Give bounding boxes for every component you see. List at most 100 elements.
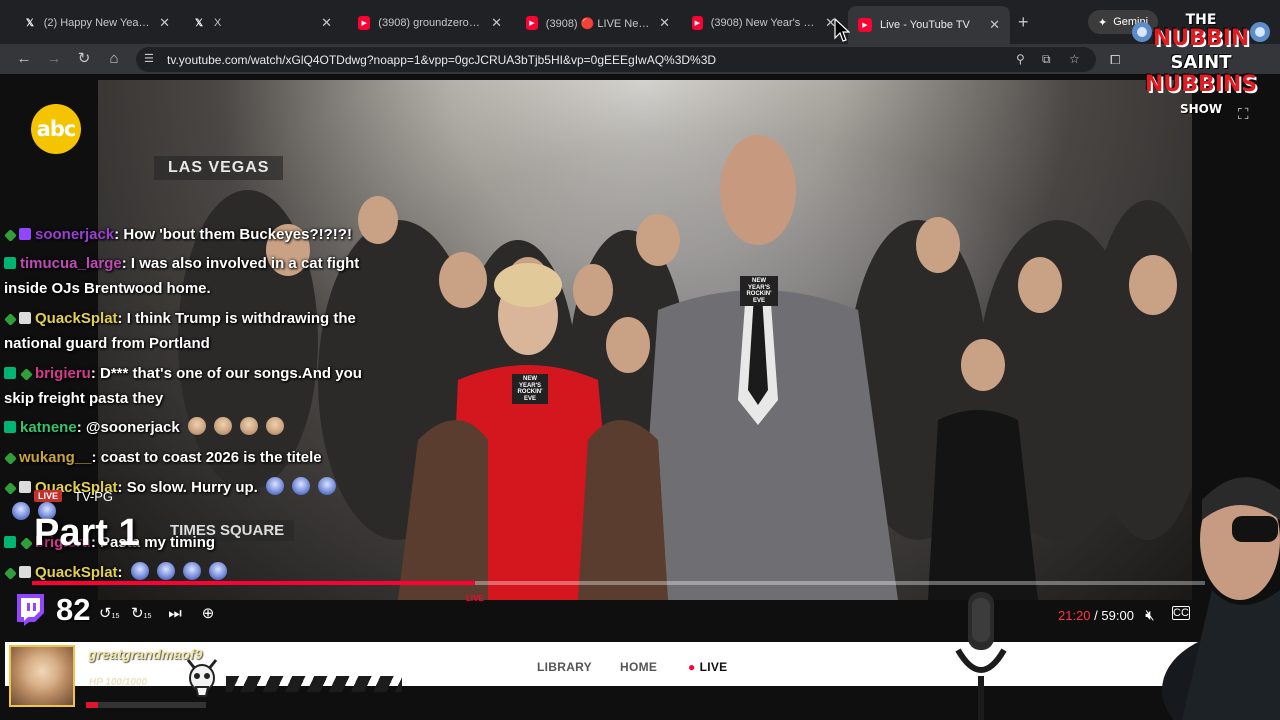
url-text[interactable]: tv.youtube.com/watch/xGlQ4OTDdwg?noapp=1… bbox=[167, 53, 716, 67]
browser-tab[interactable]: 𝕏 X ✕ bbox=[182, 8, 342, 38]
new-tab-icon[interactable]: + bbox=[1018, 12, 1029, 33]
sparkle-icon: ✦ bbox=[1098, 16, 1108, 29]
chat-username[interactable]: QuackSplat bbox=[35, 564, 118, 581]
chat-message: timucua_large: I was also involved in a … bbox=[4, 251, 359, 276]
home-icon[interactable]: ⌂ bbox=[105, 50, 123, 68]
chat-message: wukang__: coast to coast 2026 is the tit… bbox=[4, 445, 322, 470]
rewind-15-button[interactable]: ↺15 bbox=[99, 604, 119, 624]
nav-live[interactable]: ● LIVE bbox=[688, 660, 727, 674]
hp-stripe-decoration bbox=[226, 676, 402, 692]
browser-tab-active[interactable]: ▶ Live - YouTube TV ✕ bbox=[848, 6, 1010, 44]
chat-text: national guard from Portland bbox=[4, 335, 210, 352]
close-tab-icon[interactable]: ✕ bbox=[491, 15, 502, 31]
skip-next-icon[interactable]: ⏭ bbox=[165, 604, 185, 624]
chat-username[interactable]: wukang__ bbox=[19, 449, 92, 466]
add-circle-icon[interactable]: ⊕ bbox=[198, 604, 218, 624]
show-logo-line: SHOW bbox=[1179, 102, 1223, 116]
back-arrow-icon[interactable]: ← bbox=[15, 50, 33, 68]
browser-tab[interactable]: 𝕏 (2) Happy New Year's Eve ✕ bbox=[14, 8, 180, 38]
chat-emote-icon bbox=[239, 417, 258, 435]
tab-title: (2) Happy New Year's Eve bbox=[43, 17, 151, 29]
sword-badge-icon bbox=[4, 567, 17, 580]
tab-title: (3908) groundzeropdx is bbox=[378, 17, 484, 29]
site-info-icon[interactable]: ☰ bbox=[144, 52, 158, 66]
sword-badge-icon bbox=[4, 313, 17, 326]
live-badge: LIVE bbox=[34, 490, 63, 502]
twitch-icon bbox=[17, 594, 44, 626]
microphone-flag: NEW YEAR'S ROCKIN' EVE bbox=[740, 276, 778, 307]
chat-emote-icon bbox=[213, 417, 232, 435]
show-logo-line: NUBBIN bbox=[1152, 26, 1250, 51]
chat-emote-icon bbox=[12, 502, 30, 520]
viewer-count: 82 bbox=[56, 592, 91, 627]
chat-emote-icon bbox=[317, 477, 336, 495]
youtube-icon: ▶ bbox=[358, 16, 371, 30]
extensions-icon[interactable]: ⧠ bbox=[1110, 52, 1120, 68]
location-pin-icon[interactable]: ⚲ bbox=[1016, 52, 1025, 66]
browser-tab[interactable]: ▶ (3908) New Year's Eve 2026 ✕ bbox=[682, 8, 846, 38]
fullscreen-icon[interactable]: ⛶ bbox=[1238, 106, 1258, 124]
bookmark-star-icon[interactable]: ☆ bbox=[1069, 52, 1080, 66]
purple-badge-icon bbox=[19, 228, 31, 240]
tab-title: Live - YouTube TV bbox=[880, 19, 970, 31]
chat-emote-icon bbox=[265, 477, 284, 495]
address-bar[interactable]: ☰ tv.youtube.com/watch/xGlQ4OTDdwg?noapp… bbox=[136, 47, 1096, 72]
avatar bbox=[9, 645, 75, 707]
live-dot-icon: ● bbox=[688, 660, 696, 674]
chat-text: : @soonerjack bbox=[76, 419, 180, 436]
browser-tab[interactable]: ▶ (3908) 🔴 LIVE New York ✕ bbox=[516, 8, 680, 38]
green-badge-icon bbox=[4, 257, 16, 269]
forward-15-button[interactable]: ↻15 bbox=[131, 604, 151, 624]
streamer-webcam bbox=[1162, 477, 1280, 720]
browser-tab[interactable]: ▶ (3908) groundzeropdx is ✕ bbox=[348, 8, 512, 38]
current-time: 21:20 bbox=[1058, 608, 1091, 623]
chat-message: QuackSplat: I think Trump is withdrawing… bbox=[4, 306, 356, 331]
reload-icon[interactable]: ↻ bbox=[75, 50, 93, 68]
forward-arrow-icon[interactable]: → bbox=[45, 50, 63, 68]
grey-badge-icon bbox=[19, 566, 31, 578]
show-logo-line: NUBBINS bbox=[1144, 72, 1258, 97]
close-tab-icon[interactable]: ✕ bbox=[159, 15, 170, 31]
grey-badge-icon bbox=[19, 481, 31, 493]
tab-title: (3908) New Year's Eve 2026 bbox=[710, 17, 817, 29]
chat-username[interactable]: timucua_large bbox=[20, 255, 122, 272]
video-frame[interactable]: LAS VEGAS TIMES SQUARE NEW YEAR'S ROCKIN… bbox=[98, 80, 1192, 600]
chat-emote-icon bbox=[208, 562, 227, 580]
chat-text: inside OJs Brentwood home. bbox=[4, 280, 211, 297]
green-badge-icon bbox=[4, 421, 16, 433]
close-tab-icon[interactable]: ✕ bbox=[659, 15, 670, 31]
mouse-pointer-icon bbox=[834, 18, 850, 42]
skip-seconds-label: 15 bbox=[143, 613, 152, 620]
chat-text: : So slow. Hurry up. bbox=[117, 479, 258, 496]
chat-message: brigieru: D*** that's one of our songs.A… bbox=[4, 361, 362, 386]
chat-message: national guard from Portland bbox=[4, 331, 210, 356]
chat-text: : bbox=[117, 564, 123, 581]
chat-username[interactable]: brigieru bbox=[35, 365, 91, 382]
chat-username[interactable]: soonerjack bbox=[35, 226, 114, 243]
tab-title: X bbox=[214, 17, 222, 29]
chat-username[interactable]: katnene bbox=[20, 419, 77, 436]
chat-text: : How 'bout them Buckeyes?!?!?! bbox=[114, 226, 352, 243]
tab-title: (3908) 🔴 LIVE New York bbox=[545, 17, 651, 30]
progress-bar-fill bbox=[32, 581, 476, 585]
chat-message: inside OJs Brentwood home. bbox=[4, 276, 211, 301]
content-rating: TV-PG bbox=[74, 489, 114, 504]
close-tab-icon[interactable]: ✕ bbox=[989, 17, 1000, 33]
progress-bar[interactable] bbox=[32, 581, 1205, 585]
chat-text: : I think Trump is withdrawing the bbox=[117, 310, 356, 327]
nav-library[interactable]: LIBRARY bbox=[537, 660, 592, 674]
close-tab-icon[interactable]: ✕ bbox=[321, 15, 332, 31]
chat-text: skip freight pasta they bbox=[4, 390, 164, 407]
chat-emote-icon bbox=[156, 562, 175, 580]
x-logo-icon: 𝕏 bbox=[194, 17, 204, 29]
chat-emote-icon bbox=[265, 417, 284, 435]
install-app-icon[interactable]: ⧉ bbox=[1042, 52, 1051, 67]
youtube-icon: ▶ bbox=[526, 16, 538, 30]
nav-home[interactable]: HOME bbox=[620, 660, 657, 674]
location-lower-third: LAS VEGAS bbox=[154, 156, 284, 180]
network-logo-text: abc bbox=[36, 117, 77, 141]
green-badge-icon bbox=[4, 536, 16, 548]
green-badge-icon bbox=[4, 367, 16, 379]
chat-username[interactable]: QuackSplat bbox=[35, 310, 118, 327]
duration: / 59:00 bbox=[1094, 608, 1134, 623]
